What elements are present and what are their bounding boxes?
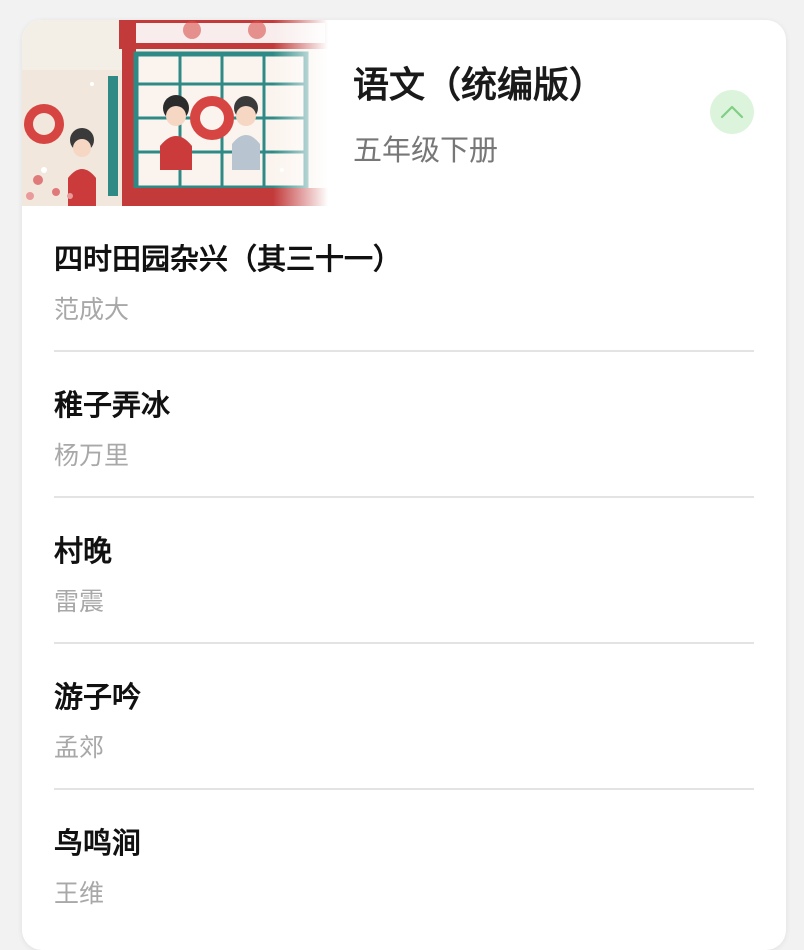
poem-author: 杨万里 <box>54 441 130 470</box>
poem-list: 四时田园杂兴（其三十一） 范成大 稚子弄冰 杨万里 村晚 雷震 游子吟 孟郊 鸟… <box>54 206 754 936</box>
poem-list-item[interactable]: 村晚 雷震 <box>54 498 754 644</box>
poem-author: 孟郊 <box>54 733 105 762</box>
poem-title: 稚子弄冰 <box>54 388 171 422</box>
poem-author: 王维 <box>54 879 105 908</box>
poem-author: 雷震 <box>54 587 105 616</box>
poem-title: 鸟鸣涧 <box>54 826 142 860</box>
book-title: 语文（统编版） <box>353 65 606 106</box>
collapse-button[interactable] <box>710 90 754 134</box>
poem-list-item[interactable]: 四时田园杂兴（其三十一） 范成大 <box>54 206 754 352</box>
poem-title: 游子吟 <box>54 680 142 714</box>
poem-title: 四时田园杂兴（其三十一） <box>54 242 403 276</box>
poem-author: 范成大 <box>54 295 130 324</box>
poem-list-item[interactable]: 稚子弄冰 杨万里 <box>54 352 754 498</box>
textbook-cover-image <box>22 20 328 206</box>
textbook-card: 语文（统编版） 五年级下册 四时田园杂兴（其三十一） 范成大 稚子弄冰 杨万里 … <box>22 20 786 950</box>
chevron-up-icon <box>720 105 744 119</box>
book-grade-subtitle: 五年级下册 <box>353 133 499 167</box>
poem-title: 村晚 <box>54 534 113 568</box>
poem-list-item[interactable]: 鸟鸣涧 王维 <box>54 790 754 936</box>
poem-list-item[interactable]: 游子吟 孟郊 <box>54 644 754 790</box>
